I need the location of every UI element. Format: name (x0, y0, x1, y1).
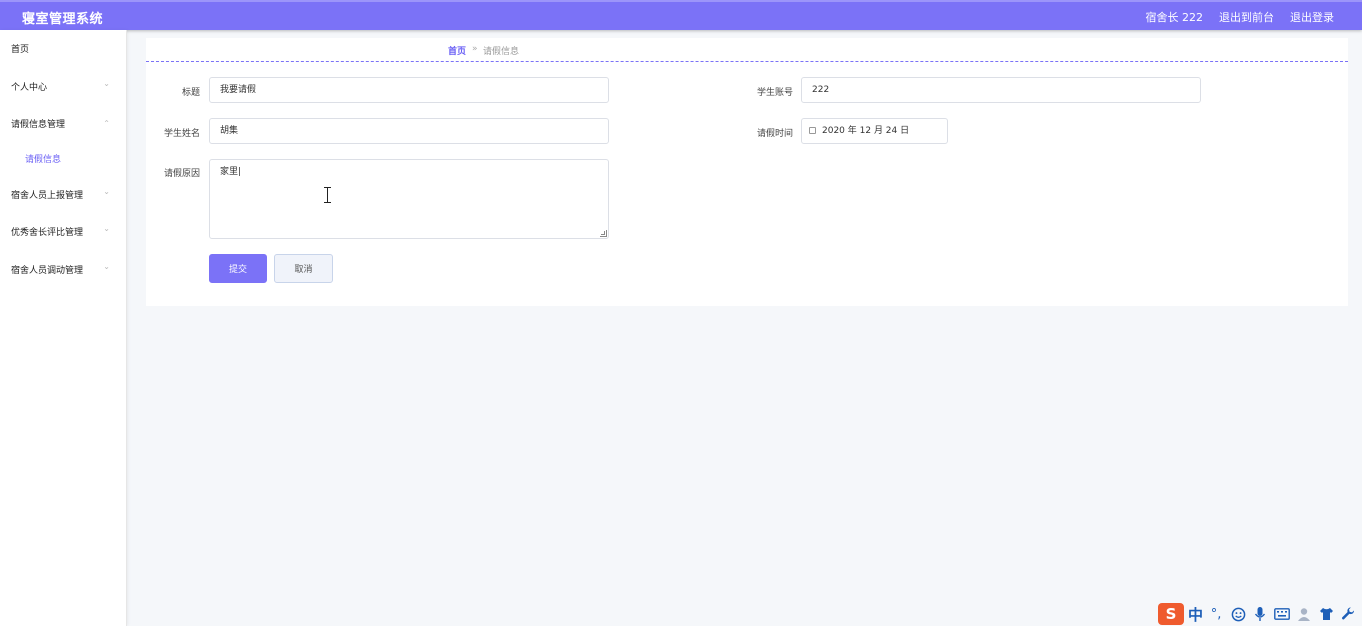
punctuation-toggle[interactable]: °, (1207, 605, 1225, 623)
sidebar-item-excellent-leader[interactable]: 优秀舍长评比管理 ⌄ (0, 221, 126, 241)
chevron-down-icon: ⌄ (103, 224, 110, 233)
shirt-icon[interactable] (1317, 605, 1335, 623)
top-header: 寝室管理系统 宿舍长 222 退出到前台 退出登录 (0, 0, 1362, 30)
sidebar: 首页 个人中心 ⌄ 请假信息管理 ⌃ 请假信息 宿舍人员上报管理 ⌄ 优秀舍长评… (0, 30, 127, 626)
sogou-logo-icon[interactable]: S (1158, 603, 1184, 625)
exit-to-front-link[interactable]: 退出到前台 (1219, 9, 1274, 25)
title-label: 标题 (181, 88, 200, 98)
title-input[interactable]: 我要请假 (209, 77, 609, 103)
leave-time-label: 请假时间 (756, 129, 793, 139)
leave-reason-text: 家里| (220, 167, 242, 177)
sidebar-item-label: 首页 (11, 45, 30, 55)
sidebar-item-home[interactable]: 首页 (0, 38, 126, 58)
smiley-icon[interactable] (1229, 605, 1247, 623)
sidebar-item-label: 个人中心 (11, 83, 48, 93)
submit-button[interactable]: 提交 (209, 254, 267, 283)
leave-time-picker[interactable]: 2020 年 12 月 24 日 (801, 118, 948, 144)
leave-time-value: 2020 年 12 月 24 日 (822, 126, 910, 136)
user-icon[interactable] (1295, 605, 1313, 623)
breadcrumb-separator: » (472, 44, 478, 54)
student-account-label: 学生账号 (756, 88, 793, 98)
keyboard-icon[interactable] (1273, 605, 1291, 623)
chevron-down-icon: ⌄ (103, 79, 110, 88)
sidebar-item-dorm-transfer[interactable]: 宿舍人员调动管理 ⌄ (0, 259, 126, 279)
student-account-input[interactable]: 222 (801, 77, 1201, 103)
sidebar-item-label: 宿舍人员上报管理 (11, 191, 84, 201)
app-title: 寝室管理系统 (22, 12, 104, 27)
student-name-input[interactable]: 胡集 (209, 118, 609, 144)
sidebar-item-label: 宿舍人员调动管理 (11, 266, 84, 276)
ime-mode-toggle[interactable]: 中 (1188, 604, 1203, 625)
cancel-button[interactable]: 取消 (274, 254, 333, 283)
breadcrumb-home[interactable]: 首页 (448, 44, 466, 57)
chevron-down-icon: ⌄ (103, 262, 110, 271)
sidebar-item-leave-management[interactable]: 请假信息管理 ⌃ (0, 113, 126, 133)
text-cursor-icon (323, 187, 332, 203)
breadcrumb: 首页 » 请假信息 (146, 42, 1348, 62)
chevron-up-icon: ⌃ (103, 119, 110, 128)
sidebar-item-leave-info[interactable]: 请假信息 (0, 148, 126, 168)
resize-grip-icon[interactable] (600, 230, 607, 237)
sidebar-item-label: 请假信息管理 (11, 120, 66, 130)
leave-reason-textarea[interactable]: 家里| (209, 159, 609, 239)
sidebar-item-personal-center[interactable]: 个人中心 ⌄ (0, 76, 126, 96)
sidebar-item-label: 请假信息 (25, 155, 62, 165)
microphone-icon[interactable] (1251, 605, 1269, 623)
header-actions: 宿舍长 222 退出到前台 退出登录 (1146, 9, 1335, 25)
student-name-label: 学生姓名 (163, 129, 200, 139)
ime-toolbar: S 中 °, (1156, 602, 1362, 626)
wrench-icon[interactable] (1339, 605, 1357, 623)
chevron-down-icon: ⌄ (103, 187, 110, 196)
logout-link[interactable]: 退出登录 (1290, 9, 1334, 25)
sidebar-item-dorm-report[interactable]: 宿舍人员上报管理 ⌄ (0, 184, 126, 204)
breadcrumb-current: 请假信息 (483, 47, 520, 57)
sidebar-item-label: 优秀舍长评比管理 (11, 228, 84, 238)
user-label: 宿舍长 222 (1145, 11, 1204, 24)
leave-reason-label: 请假原因 (163, 169, 200, 179)
calendar-icon (809, 127, 816, 134)
